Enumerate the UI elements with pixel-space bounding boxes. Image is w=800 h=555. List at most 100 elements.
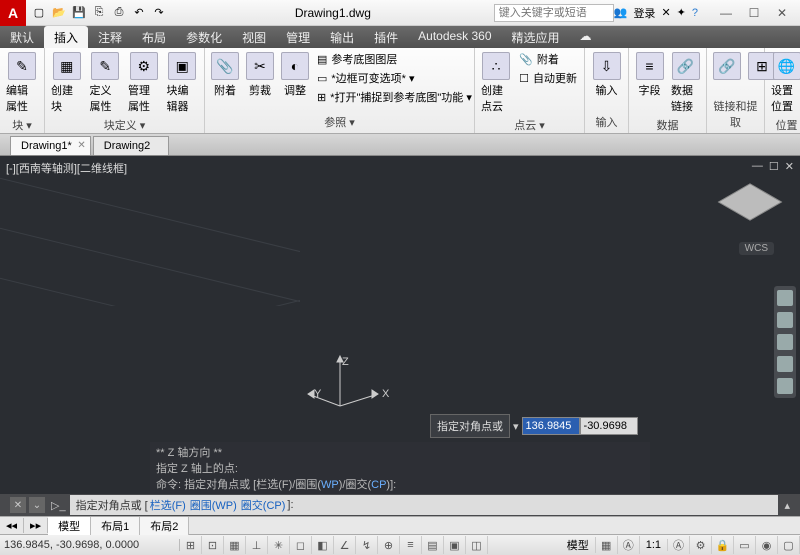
layout1-tab[interactable]: 布局1: [91, 517, 140, 535]
drawing-viewport[interactable]: [-][西南等轴测][二维线框] ― ☐ ✕ WCS Z X Y 指定对角点或 …: [0, 156, 800, 494]
set-location-button[interactable]: 🌐设置位置: [769, 50, 800, 116]
command-input[interactable]: 指定对角点或 [栏选(F) 圈围(WP) 圈交(CP)]:: [70, 495, 779, 515]
underlay-layers-button[interactable]: ▤参考底图图层: [314, 50, 475, 68]
qat-open-icon[interactable]: 📂: [50, 4, 68, 22]
snap-underlay-dropdown[interactable]: ⊞*打开"捕捉到参考底图"功能 ▾: [314, 88, 475, 106]
ribbon-tab-insert[interactable]: 插入: [44, 26, 88, 48]
minimize-button[interactable]: ―: [712, 3, 740, 23]
ribbon-tab-featured[interactable]: 精选应用: [502, 26, 570, 48]
view-cube[interactable]: [720, 176, 780, 236]
ribbon-tab-annotate[interactable]: 注释: [88, 26, 132, 48]
sb-3dosnap-icon[interactable]: ◧: [312, 536, 334, 554]
sb-annovis-icon[interactable]: Ⓐ: [668, 536, 690, 554]
close-tab-icon[interactable]: ✕: [77, 140, 85, 151]
maximize-button[interactable]: ☐: [740, 3, 768, 23]
sb-tpy-icon[interactable]: ▤: [422, 536, 444, 554]
dynamic-y-input[interactable]: [580, 417, 638, 435]
sb-grid2-icon[interactable]: ▦: [596, 536, 618, 554]
attach-button[interactable]: 📎附着: [209, 50, 241, 100]
sb-ws-icon[interactable]: ⚙: [690, 536, 712, 554]
app-logo[interactable]: A: [0, 0, 26, 26]
orbit-icon[interactable]: [777, 356, 793, 372]
sb-ortho-icon[interactable]: ⊥: [246, 536, 268, 554]
vp-maximize-icon[interactable]: ☐: [769, 160, 779, 173]
help-search-input[interactable]: [494, 4, 614, 22]
qat-new-icon[interactable]: ▢: [30, 4, 48, 22]
layout-prev-icon[interactable]: ◂◂: [0, 518, 24, 533]
cmd-recent-icon[interactable]: ⌄: [29, 497, 45, 513]
ribbon-tab-default[interactable]: 默认: [0, 26, 44, 48]
layout-next-icon[interactable]: ▸▸: [24, 518, 48, 533]
sb-lwt-icon[interactable]: ≡: [400, 536, 422, 554]
menu-icon[interactable]: ▾: [510, 420, 522, 433]
qat-print-icon[interactable]: ⎙: [110, 4, 128, 22]
ribbon-tab-parametric[interactable]: 参数化: [176, 26, 232, 48]
pan-icon[interactable]: [777, 312, 793, 328]
ribbon-tab-manage[interactable]: 管理: [276, 26, 320, 48]
qat-saveas-icon[interactable]: ⎘: [90, 4, 108, 22]
file-tab[interactable]: Drawing2: [93, 136, 169, 155]
nav-wheel-icon[interactable]: [777, 290, 793, 306]
sb-grid-icon[interactable]: ▦: [224, 536, 246, 554]
help-icon[interactable]: ?: [692, 7, 698, 19]
signin-button[interactable]: 登录: [633, 5, 655, 21]
sb-snap-icon[interactable]: ⊡: [202, 536, 224, 554]
cmd-close-icon[interactable]: ✕: [10, 497, 26, 513]
ribbon-tab-extra-icon[interactable]: ☁: [570, 26, 602, 48]
viewport-label[interactable]: [-][西南等轴测][二维线框]: [6, 160, 127, 176]
qat-save-icon[interactable]: 💾: [70, 4, 88, 22]
model-space-button[interactable]: 模型: [561, 537, 596, 553]
sb-ducs-icon[interactable]: ↯: [356, 536, 378, 554]
sb-isolate-icon[interactable]: ◉: [756, 536, 778, 554]
annotation-scale[interactable]: 1:1: [640, 539, 668, 551]
sb-clean-icon[interactable]: ▢: [778, 536, 800, 554]
clip-button[interactable]: ✂剪裁: [244, 50, 276, 100]
coordinates-readout[interactable]: 136.9845, -30.9698, 0.0000: [0, 539, 180, 551]
sb-lock-icon[interactable]: 🔒: [712, 536, 734, 554]
create-block-button[interactable]: ▦创建块: [49, 50, 85, 116]
ribbon-tab-output[interactable]: 输出: [320, 26, 364, 48]
sb-annoscale-icon[interactable]: Ⓐ: [618, 536, 640, 554]
wcs-indicator[interactable]: WCS: [739, 242, 774, 255]
exchange-icon[interactable]: ✕: [661, 6, 670, 19]
datalink-button[interactable]: 🔗数据链接: [669, 50, 702, 116]
block-editor-button[interactable]: ▣块编辑器: [165, 50, 201, 116]
dynamic-x-input[interactable]: [522, 417, 580, 435]
layout2-tab[interactable]: 布局2: [140, 517, 189, 535]
infocenter-icon[interactable]: 👥: [614, 6, 628, 19]
sb-infer-icon[interactable]: ⊞: [180, 536, 202, 554]
vp-close-icon[interactable]: ✕: [785, 160, 794, 173]
favorites-icon[interactable]: ✦: [677, 6, 686, 19]
pc-autoupdate-checkbox[interactable]: ☐自动更新: [516, 69, 580, 87]
qat-undo-icon[interactable]: ↶: [130, 4, 148, 22]
close-button[interactable]: ✕: [768, 3, 796, 23]
sb-hardware-icon[interactable]: ▭: [734, 536, 756, 554]
sb-polar-icon[interactable]: ✳: [268, 536, 290, 554]
sb-qp-icon[interactable]: ▣: [444, 536, 466, 554]
frames-dropdown[interactable]: ▭*边框可变选项* ▾: [314, 69, 475, 87]
manage-attributes-button[interactable]: ⚙管理属性: [126, 50, 162, 116]
vp-minimize-icon[interactable]: ―: [752, 160, 763, 173]
qat-redo-icon[interactable]: ↷: [150, 4, 168, 22]
zoom-icon[interactable]: [777, 334, 793, 350]
cmd-expand-icon[interactable]: ▴: [778, 499, 796, 512]
sb-osnap-icon[interactable]: ◻: [290, 536, 312, 554]
hyperlink-button[interactable]: 🔗: [711, 50, 743, 82]
edit-attributes-button[interactable]: ✎编辑属性: [4, 50, 40, 116]
field-button[interactable]: ≡字段: [633, 50, 666, 100]
pc-attach-button[interactable]: 📎附着: [516, 50, 580, 68]
file-tab[interactable]: Drawing1*✕: [10, 136, 91, 155]
sb-otrack-icon[interactable]: ∠: [334, 536, 356, 554]
showmotion-icon[interactable]: [777, 378, 793, 394]
model-tab[interactable]: 模型: [48, 517, 91, 535]
sb-dyn-icon[interactable]: ⊕: [378, 536, 400, 554]
import-button[interactable]: ⇩输入: [589, 50, 624, 100]
ribbon-tab-addons[interactable]: 插件: [364, 26, 408, 48]
sb-sc-icon[interactable]: ◫: [466, 536, 488, 554]
ribbon-tab-view[interactable]: 视图: [232, 26, 276, 48]
adjust-button[interactable]: ◐调整: [279, 50, 311, 100]
ribbon-tab-layout[interactable]: 布局: [132, 26, 176, 48]
define-attributes-button[interactable]: ✎定义属性: [88, 50, 124, 116]
create-pointcloud-button[interactable]: ∴创建点云: [479, 50, 513, 116]
ribbon-tab-a360[interactable]: Autodesk 360: [408, 26, 501, 48]
